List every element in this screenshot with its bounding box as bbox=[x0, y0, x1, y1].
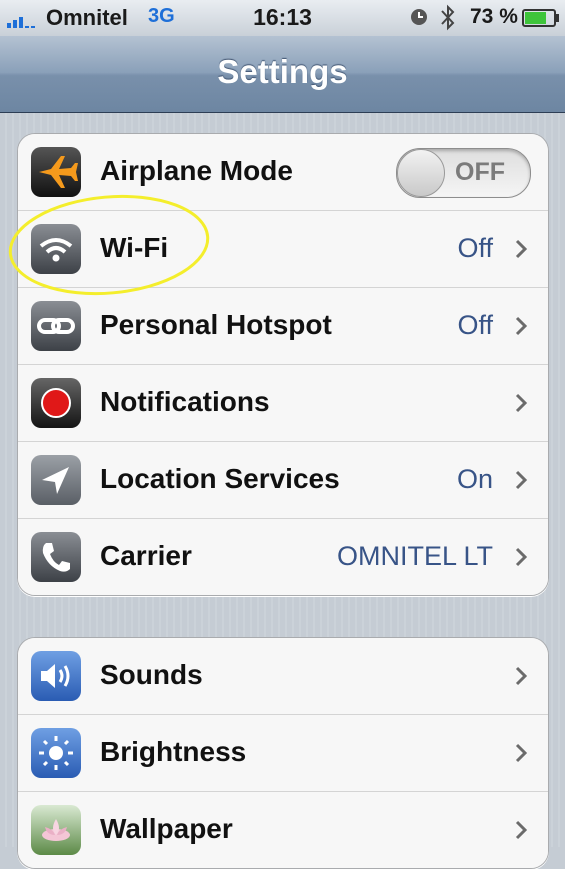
notifications-icon bbox=[31, 378, 81, 428]
chevron-right-icon bbox=[515, 547, 528, 567]
chevron-right-icon bbox=[515, 316, 528, 336]
row-value: Off bbox=[457, 233, 493, 263]
settings-group-device: Sounds Brightness Wallpaper bbox=[17, 637, 549, 869]
chevron-right-icon bbox=[515, 820, 528, 840]
row-value: OMNITEL LT bbox=[336, 541, 493, 571]
toggle-state: OFF bbox=[455, 158, 505, 186]
toggle-knob bbox=[397, 149, 445, 197]
row-notifications[interactable]: Notifications bbox=[18, 365, 548, 442]
wallpaper-icon bbox=[31, 805, 81, 855]
row-label: Carrier bbox=[100, 540, 192, 571]
row-label: Notifications bbox=[100, 386, 270, 417]
row-label: Location Services bbox=[100, 463, 340, 494]
row-airplane-mode: Airplane Mode OFF bbox=[18, 134, 548, 211]
row-sounds[interactable]: Sounds bbox=[18, 638, 548, 715]
row-personal-hotspot[interactable]: Personal Hotspot Off bbox=[18, 288, 548, 365]
airplane-icon bbox=[31, 147, 81, 197]
row-location-services[interactable]: Location Services On bbox=[18, 442, 548, 519]
sounds-icon bbox=[31, 651, 81, 701]
row-value: On bbox=[456, 464, 493, 494]
airplane-mode-toggle[interactable]: OFF bbox=[396, 148, 531, 198]
bluetooth-icon bbox=[441, 4, 455, 31]
chevron-right-icon bbox=[515, 470, 528, 490]
chevron-right-icon bbox=[515, 239, 528, 259]
row-label: Personal Hotspot bbox=[100, 309, 332, 340]
chevron-right-icon bbox=[515, 743, 528, 763]
row-label: Wi-Fi bbox=[100, 232, 169, 263]
row-wallpaper[interactable]: Wallpaper bbox=[18, 792, 548, 868]
row-label: Sounds bbox=[100, 659, 203, 690]
chevron-right-icon bbox=[515, 393, 528, 413]
battery-percent: 73 % bbox=[470, 5, 518, 28]
battery-icon bbox=[522, 9, 559, 27]
status-bar: Omnitel 3G 16:13 73 % bbox=[0, 0, 565, 36]
location-icon bbox=[31, 455, 81, 505]
wifi-icon bbox=[31, 224, 81, 274]
page-title: Settings bbox=[217, 53, 348, 90]
brightness-icon bbox=[31, 728, 81, 778]
row-label: Airplane Mode bbox=[100, 155, 293, 186]
chevron-right-icon bbox=[515, 666, 528, 686]
row-label: Wallpaper bbox=[100, 813, 233, 844]
navigation-bar: Settings bbox=[0, 36, 565, 113]
alarm-clock-icon bbox=[411, 9, 427, 25]
row-wifi[interactable]: Wi-Fi Off bbox=[18, 211, 548, 288]
row-value: Off bbox=[457, 310, 493, 340]
row-label: Brightness bbox=[100, 736, 247, 767]
row-brightness[interactable]: Brightness bbox=[18, 715, 548, 792]
settings-group-connectivity: Airplane Mode OFF Wi-Fi Off Personal Hot… bbox=[17, 133, 549, 596]
phone-icon bbox=[31, 532, 81, 582]
hotspot-icon bbox=[31, 301, 81, 351]
row-carrier[interactable]: Carrier OMNITEL LT bbox=[18, 519, 548, 595]
